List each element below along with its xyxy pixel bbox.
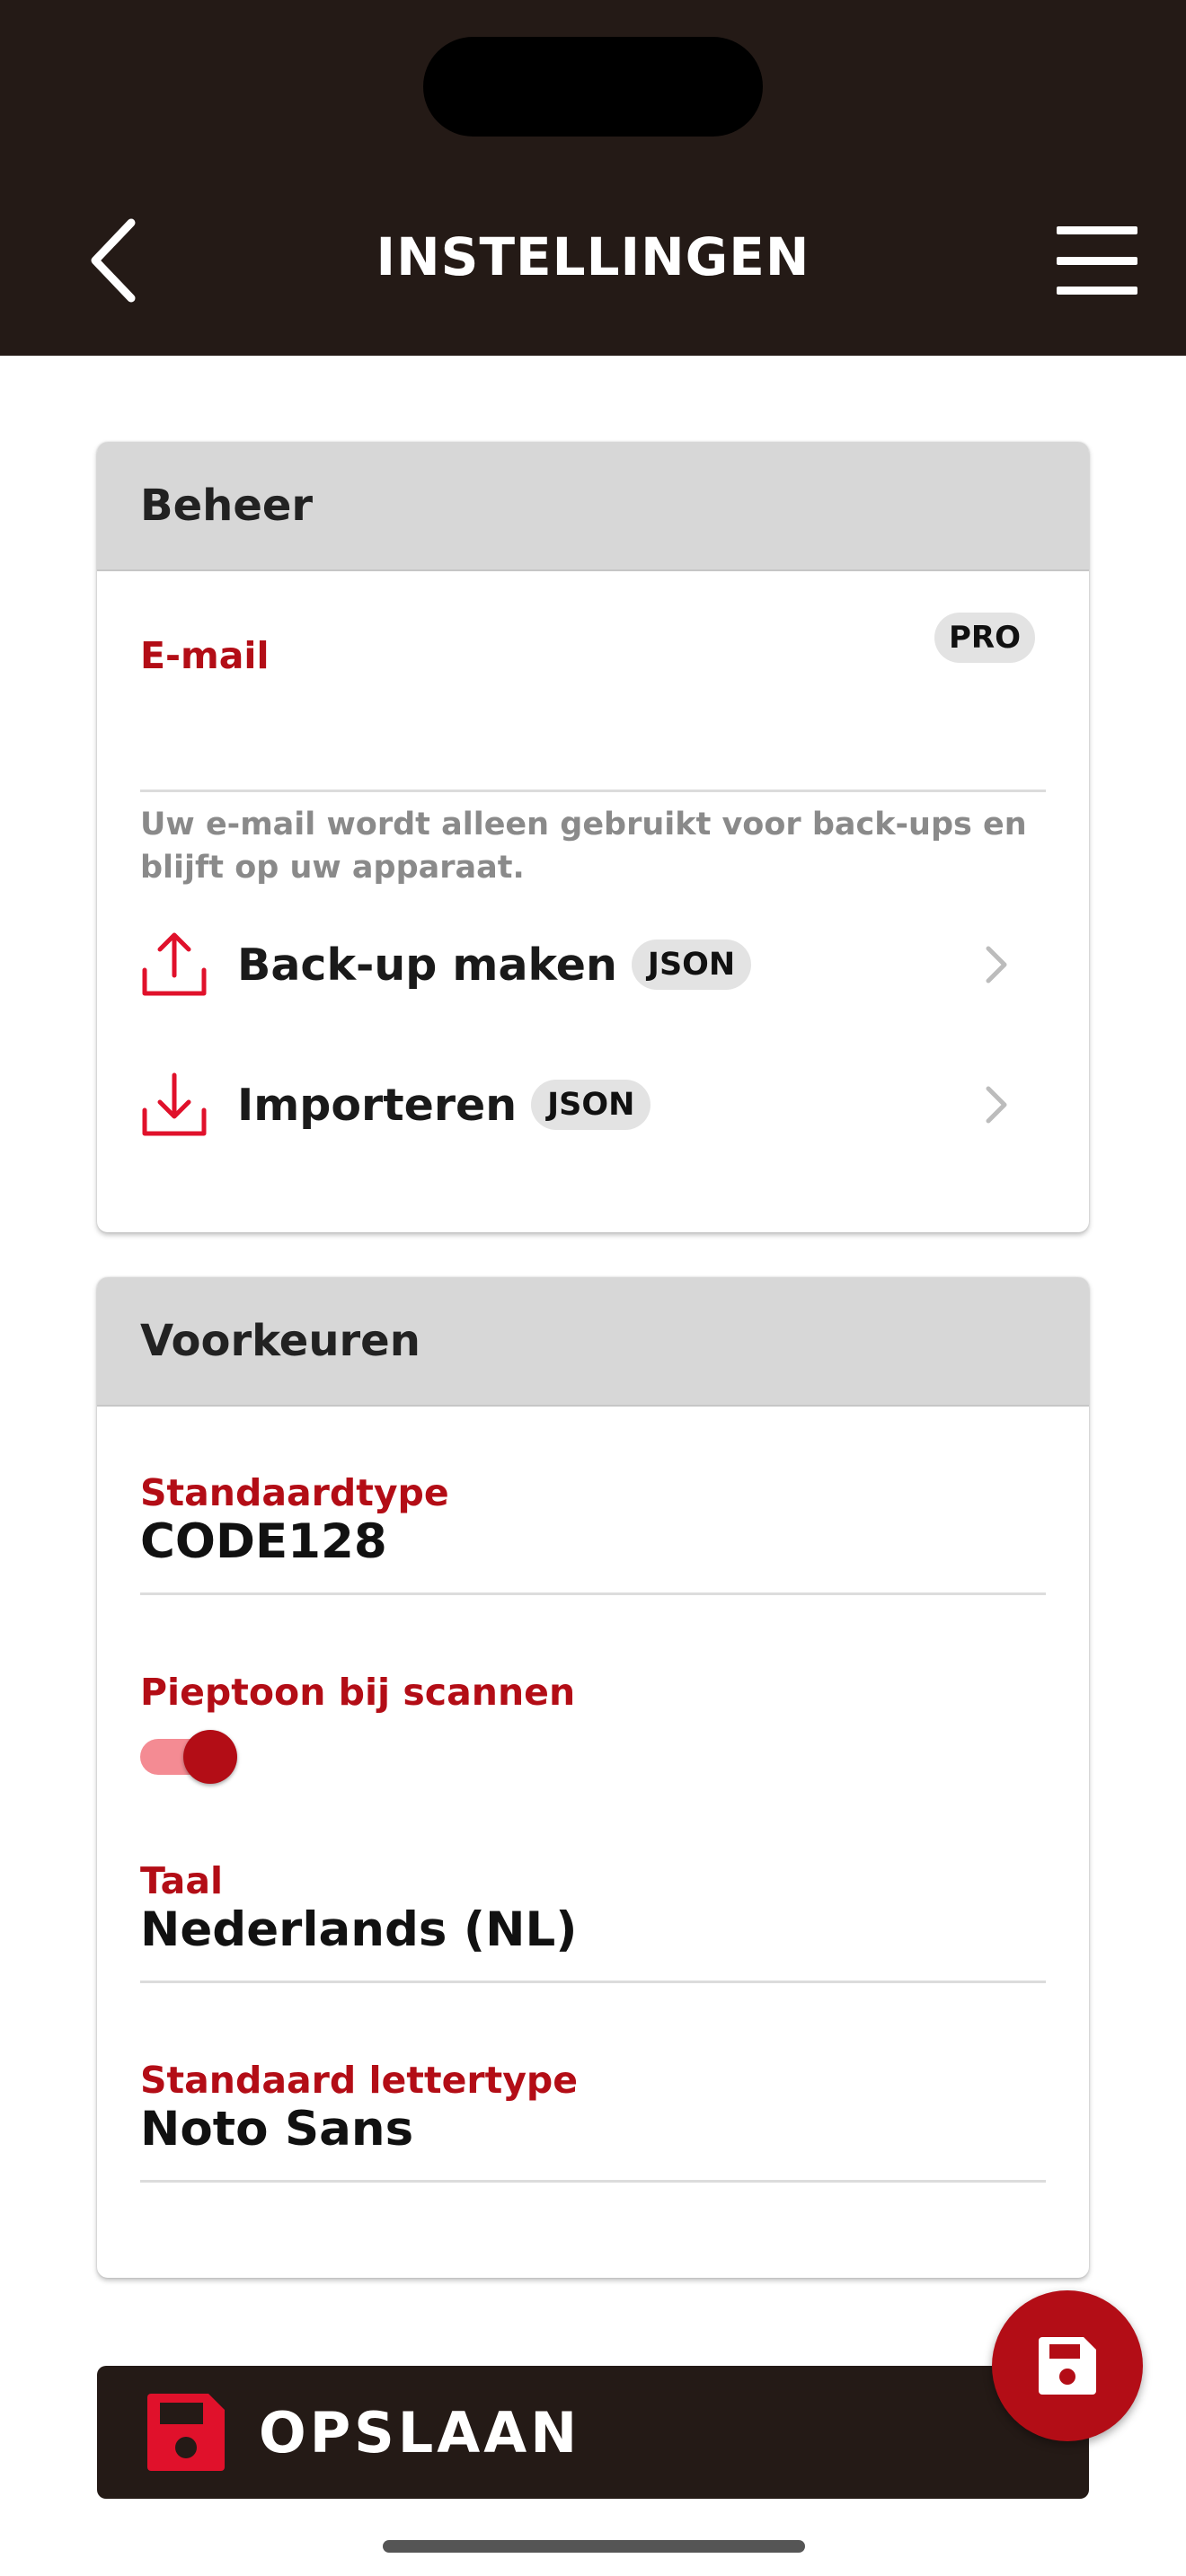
floppy-disk-icon — [147, 2394, 225, 2471]
beheer-card: Beheer E-mail PRO Uw e-mail wordt alleen… — [97, 442, 1089, 1232]
toggle-knob — [183, 1730, 237, 1784]
language-select[interactable]: Nederlands (NL) — [140, 1902, 1046, 1983]
email-helper-text: Uw e-mail wordt alleen gebruikt voor bac… — [140, 807, 1027, 886]
font-value: Noto Sans — [140, 2102, 414, 2157]
language-value: Nederlands (NL) — [140, 1902, 578, 1957]
section-header-beheer: Beheer — [97, 442, 1089, 571]
camera-notch — [423, 37, 763, 137]
email-label: E-mail — [140, 634, 270, 677]
backup-label: Back-up maken — [237, 939, 617, 991]
section-header-voorkeuren: Voorkeuren — [97, 1277, 1089, 1407]
backup-row[interactable]: Back-up maken JSON — [140, 911, 1046, 1019]
upload-icon — [142, 932, 207, 996]
save-fab[interactable] — [992, 2290, 1143, 2441]
language-label: Taal — [140, 1859, 224, 1902]
pro-badge: PRO — [934, 613, 1035, 663]
floppy-disk-icon — [1039, 2337, 1096, 2395]
save-label: OPSLAAN — [259, 2399, 581, 2466]
import-label: Importeren — [237, 1079, 518, 1131]
beep-toggle[interactable] — [140, 1728, 248, 1786]
hamburger-menu-icon — [1057, 226, 1137, 234]
beep-label: Pieptoon bij scannen — [140, 1671, 576, 1714]
email-field[interactable] — [140, 692, 1046, 792]
home-indicator[interactable] — [383, 2540, 805, 2553]
import-row[interactable]: Importeren JSON — [140, 1051, 1046, 1159]
app-header: INSTELLINGEN — [0, 0, 1186, 356]
save-button[interactable]: OPSLAAN — [97, 2366, 1089, 2499]
download-icon — [142, 1072, 207, 1136]
chevron-right-icon — [986, 1086, 1007, 1124]
default-type-select[interactable]: CODE128 — [140, 1514, 1046, 1595]
page-title: INSTELLINGEN — [376, 226, 810, 287]
backup-json-badge: JSON — [631, 940, 752, 990]
voorkeuren-card: Voorkeuren Standaardtype CODE128 Pieptoo… — [97, 1277, 1089, 2278]
font-label: Standaard lettertype — [140, 2059, 579, 2102]
default-type-label: Standaardtype — [140, 1471, 449, 1514]
chevron-right-icon — [986, 946, 1007, 984]
default-type-value: CODE128 — [140, 1514, 387, 1569]
import-json-badge: JSON — [531, 1080, 651, 1130]
font-select[interactable]: Noto Sans — [140, 2102, 1046, 2183]
menu-button[interactable] — [1057, 226, 1146, 295]
